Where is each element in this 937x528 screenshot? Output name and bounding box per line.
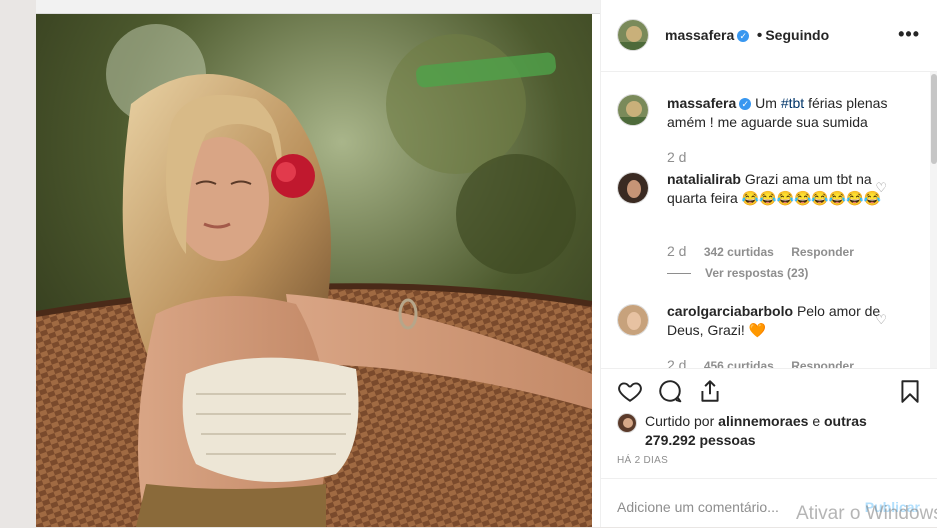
comment-username[interactable]: natalialirab: [667, 171, 741, 187]
post-media[interactable]: [36, 0, 600, 527]
avatar-image: [618, 20, 648, 50]
comment-heart-icon[interactable]: ♡: [875, 310, 887, 329]
comment-time[interactable]: 2 d: [667, 357, 686, 368]
header-author-line: massafera ✓ • Seguindo: [665, 27, 829, 45]
post-time-ago[interactable]: HÁ 2 DIAS: [617, 455, 668, 466]
author-username[interactable]: massafera: [665, 27, 734, 43]
comment-input[interactable]: Adicione um comentário...: [617, 499, 779, 515]
comment-text: natalialirab Grazi ama um tbt na quarta …: [667, 170, 889, 208]
post-actions: Curtido por alinnemoraes e outras 279.29…: [601, 368, 937, 479]
verified-icon: ✓: [737, 30, 750, 42]
post-photo[interactable]: [36, 14, 592, 527]
caption-text: massafera ✓ Um #tbt férias plenas amém ! …: [667, 94, 889, 132]
separator-dot: •: [756, 27, 763, 44]
commenter-avatar[interactable]: [617, 172, 649, 204]
comment-meta: 2 d 342 curtidas Responder: [667, 242, 854, 262]
view-replies-label[interactable]: Ver respostas (23): [705, 266, 808, 280]
likes-text: Curtido por alinnemoraes e outras 279.29…: [645, 412, 895, 450]
likes-prefix: Curtido por: [645, 413, 715, 429]
commenter-avatar[interactable]: [617, 304, 649, 336]
caption-avatar[interactable]: [617, 94, 649, 126]
view-replies-button[interactable]: Ver respostas (23): [667, 264, 808, 283]
comment-username[interactable]: carolgarciabarbolo: [667, 303, 793, 319]
comment-heart-icon[interactable]: ♡: [875, 178, 887, 197]
more-icon[interactable]: •••: [898, 24, 920, 45]
windows-activation-watermark: Ativar o Windows: [796, 503, 937, 524]
caption-hashtag[interactable]: #tbt: [781, 95, 804, 111]
comment-reply-button[interactable]: Responder: [791, 245, 854, 259]
comment-icon[interactable]: [657, 378, 683, 404]
caption-word: Um: [755, 95, 777, 111]
caption-username[interactable]: massafera: [667, 95, 736, 111]
avatar-image: [618, 414, 636, 432]
comment-reply-button[interactable]: Responder: [791, 359, 854, 368]
comment-meta: 2 d 456 curtidas Responder: [667, 356, 854, 368]
avatar-image: [618, 305, 648, 335]
verified-icon: ✓: [739, 98, 752, 110]
post-side-panel: massafera ✓ • Seguindo ••• massafera ✓ Um #…: [600, 0, 937, 527]
heart-icon[interactable]: [617, 378, 643, 404]
share-icon[interactable]: [697, 378, 723, 404]
media-top-strip: [36, 0, 600, 14]
liker-avatar[interactable]: [617, 413, 637, 433]
photo-illustration: [36, 14, 592, 527]
comment-likes[interactable]: 456 curtidas: [704, 359, 774, 368]
comment-text: carolgarciabarbolo Pelo amor de Deus, Gr…: [667, 302, 889, 340]
likes-conj: e: [812, 413, 821, 429]
caption-time[interactable]: 2 d: [667, 148, 686, 167]
replies-line: [667, 273, 691, 275]
comments-list[interactable]: massafera ✓ Um #tbt férias plenas amém ! …: [601, 72, 937, 368]
liker-username[interactable]: alinnemoraes: [718, 413, 808, 429]
bookmark-icon[interactable]: [897, 378, 923, 404]
avatar-image: [618, 95, 648, 125]
comment-time[interactable]: 2 d: [667, 243, 686, 259]
post-header: massafera ✓ • Seguindo •••: [601, 0, 937, 72]
comments-scroll-thumb[interactable]: [931, 74, 937, 164]
avatar-image: [618, 173, 648, 203]
author-avatar[interactable]: [617, 19, 649, 51]
following-button[interactable]: Seguindo: [765, 27, 829, 43]
comment-likes[interactable]: 342 curtidas: [704, 245, 774, 259]
